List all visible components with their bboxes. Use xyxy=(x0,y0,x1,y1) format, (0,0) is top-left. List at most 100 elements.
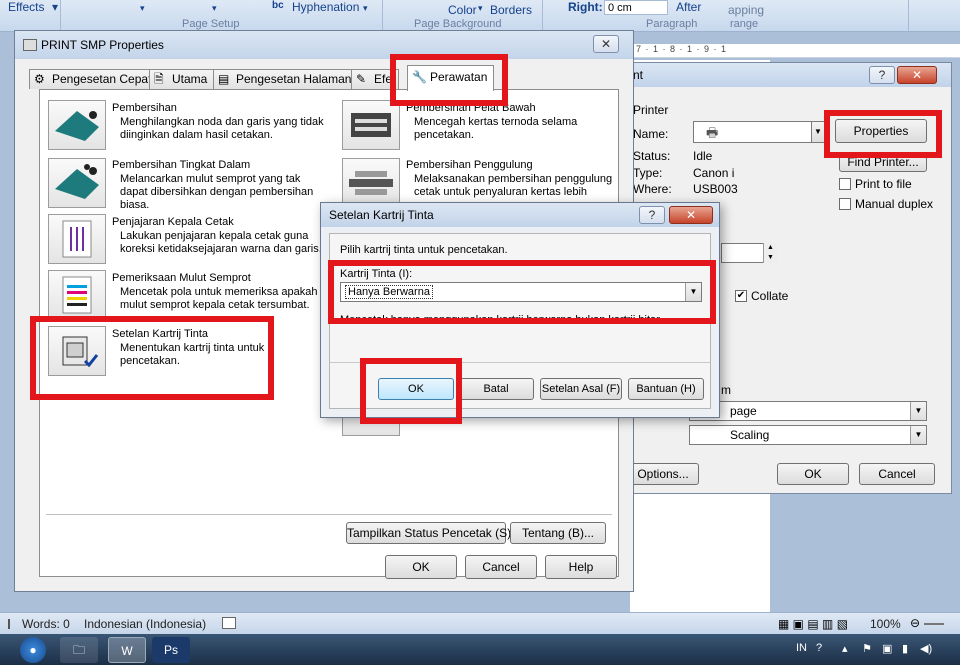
battery-icon[interactable]: ▮ xyxy=(902,642,908,655)
cartridge-instruction: Pilih kartrij tinta untuk pencetakan. xyxy=(340,244,508,256)
pages-per-sheet-combo[interactable]: page ▼ xyxy=(689,401,927,421)
zoom-out-icon[interactable]: ⊖ xyxy=(910,616,920,630)
hyphenation-button[interactable]: Hyphenation xyxy=(292,0,359,14)
tab-pengesetan-halaman[interactable]: ▤ Pengesetan Halaman xyxy=(213,69,359,89)
chevron-down-icon[interactable]: ▾ xyxy=(212,3,217,14)
word-count[interactable]: Words: 0 xyxy=(22,617,70,631)
manual-duplex-label: Manual duplex xyxy=(855,197,934,211)
network-icon[interactable]: ▣ xyxy=(882,642,892,655)
type-value: Canon i xyxy=(693,166,735,180)
chevron-down-icon[interactable]: ▾ xyxy=(140,3,145,14)
help-icon[interactable]: ? xyxy=(816,642,822,654)
chevron-down-icon[interactable]: ▾ xyxy=(52,0,58,14)
page-setup-group-label: Page Setup xyxy=(182,18,240,30)
properties-cancel-button[interactable]: Cancel xyxy=(465,555,537,579)
windows-taskbar: ● 🗀 W Ps IN ? ▴ ⚑ ▣ ▮ ◀) xyxy=(0,634,960,665)
tab-utama[interactable]: 🗎 Utama xyxy=(149,69,215,89)
properties-help-button[interactable]: Help xyxy=(545,555,617,579)
properties-dialog-title: PRINT SMP Properties xyxy=(41,38,164,52)
copies-spinner[interactable]: ▲ ▼ xyxy=(763,243,777,263)
chevron-down-icon: ▼ xyxy=(812,122,824,142)
zoom-slider[interactable] xyxy=(924,623,944,625)
tab-pengesetan-cepat[interactable]: ⚙ Pengesetan Cepat xyxy=(29,69,159,89)
effects-button[interactable]: Effects xyxy=(8,0,44,14)
print-to-file-label: Print to file xyxy=(855,177,912,191)
roller-cleaning-title: Pembersihan Penggulung xyxy=(406,159,533,171)
chevron-down-icon[interactable]: ▾ xyxy=(478,3,483,14)
printer-group-label: Printer xyxy=(633,103,669,117)
zoom-level[interactable]: 100% xyxy=(870,617,901,631)
nozzle-check-title: Pemeriksaan Mulut Semprot xyxy=(112,272,251,284)
tab-label: Utama xyxy=(172,72,208,86)
chevron-down-icon[interactable]: ▾ xyxy=(363,3,368,14)
cleaning-title: Pembersihan xyxy=(112,102,177,114)
close-icon[interactable]: ✕ xyxy=(669,206,713,224)
cartridge-help-button[interactable]: Bantuan (H) xyxy=(628,378,704,400)
nozzle-check-button[interactable] xyxy=(48,270,106,320)
printer-name-combo[interactable]: 🖶 xyxy=(693,121,825,143)
printer-icon: 🖶 xyxy=(706,125,719,140)
print-cancel-button[interactable]: Cancel xyxy=(859,463,935,485)
type-label: Type: xyxy=(633,166,663,180)
volume-icon[interactable]: ◀) xyxy=(920,642,932,655)
close-icon[interactable]: ✕ xyxy=(593,35,619,53)
word-ribbon: Effects ▾ ▾ ▾ bc Hyphenation ▾ Page Setu… xyxy=(0,0,960,32)
indent-right-input[interactable] xyxy=(604,0,668,15)
highlight-properties-button xyxy=(824,110,942,158)
properties-ok-button[interactable]: OK xyxy=(385,555,457,579)
printer-name-dropdown[interactable]: ▼ xyxy=(811,121,825,143)
horizontal-ruler[interactable]: 7 · 1 · 8 · 1 · 9 · 1 xyxy=(630,44,960,58)
cartridge-defaults-button[interactable]: Setelan Asal (F) xyxy=(540,378,622,400)
effects-icon: ✎ xyxy=(356,72,367,86)
scale-to-paper-combo[interactable]: Scaling ▼ xyxy=(689,425,927,445)
name-label: Name: xyxy=(633,127,669,141)
options-button[interactable]: Options... xyxy=(627,463,699,485)
cleaning-button[interactable] xyxy=(48,100,106,150)
manual-duplex-checkbox[interactable] xyxy=(839,198,851,210)
bottom-plate-cleaning-button[interactable] xyxy=(342,100,400,150)
word-statusbar: Words: 0 Indonesian (Indonesia) ▦ ▣ ▤ ▥ … xyxy=(0,612,960,634)
deep-cleaning-button[interactable] xyxy=(48,158,106,208)
tab-label: Perawatan xyxy=(430,70,488,84)
print-to-file-checkbox[interactable] xyxy=(839,178,851,190)
print-ok-button[interactable]: OK xyxy=(777,463,849,485)
scaling-value: Scaling xyxy=(730,428,770,442)
page-background-group-label: Page Background xyxy=(414,18,502,30)
show-printer-status-button[interactable]: Tampilkan Status Pencetak (S)... xyxy=(346,522,521,544)
print-head-alignment-button[interactable] xyxy=(48,214,106,264)
nozzle-check-desc: Mencetak pola untuk memeriksa apakah mul… xyxy=(120,286,318,311)
tab-label: Pengesetan Cepat xyxy=(52,72,152,86)
cleaning-desc: Menghilangkan noda dan garis yang tidak … xyxy=(120,116,324,141)
about-button[interactable]: Tentang (B)... xyxy=(510,522,606,544)
tray-arrow-icon[interactable]: ▴ xyxy=(842,642,848,655)
language-indicator[interactable]: Indonesian (Indonesia) xyxy=(84,617,206,631)
language-bar[interactable]: IN xyxy=(796,642,807,654)
folder-icon[interactable]: 🗀 xyxy=(60,637,98,663)
collate-checkbox[interactable]: ✔ xyxy=(735,290,747,302)
page-borders-button[interactable]: Borders xyxy=(490,3,532,17)
chrome-icon[interactable]: ● xyxy=(20,637,46,663)
where-value: USB003 xyxy=(693,182,738,196)
properties-titlebar: PRINT SMP Properties ✕ xyxy=(15,31,633,59)
roller-cleaning-button[interactable] xyxy=(342,158,400,208)
page-marker-icon xyxy=(8,619,16,629)
text-wrapping-button[interactable]: apping xyxy=(728,3,764,17)
help-icon[interactable]: ? xyxy=(869,66,895,84)
proofing-icon[interactable] xyxy=(222,617,236,629)
where-label: Where: xyxy=(633,182,672,196)
flag-icon[interactable]: ⚑ xyxy=(862,642,872,655)
word-icon[interactable]: W xyxy=(108,637,146,663)
print-layout-icon[interactable]: ▦ ▣ ▤ ▥ ▧ xyxy=(778,617,848,631)
close-icon[interactable]: ✕ xyxy=(897,66,937,84)
printer-icon xyxy=(23,39,37,51)
page-setup-icon: ▤ xyxy=(218,72,230,86)
tab-perawatan[interactable]: 🔧 Perawatan xyxy=(407,65,495,91)
roller-cleaning-desc: Melaksanakan pembersihan penggulung ceta… xyxy=(414,173,613,198)
help-icon[interactable]: ? xyxy=(639,206,665,224)
print-head-alignment-title: Penjajaran Kepala Cetak xyxy=(112,216,234,228)
pages-per-sheet-value: page xyxy=(730,404,757,418)
cartridge-cancel-button[interactable]: Batal xyxy=(458,378,534,400)
photoshop-icon[interactable]: Ps xyxy=(152,637,190,663)
page-color-button[interactable]: Color xyxy=(448,3,477,17)
maintenance-icon: 🔧 xyxy=(412,70,427,84)
